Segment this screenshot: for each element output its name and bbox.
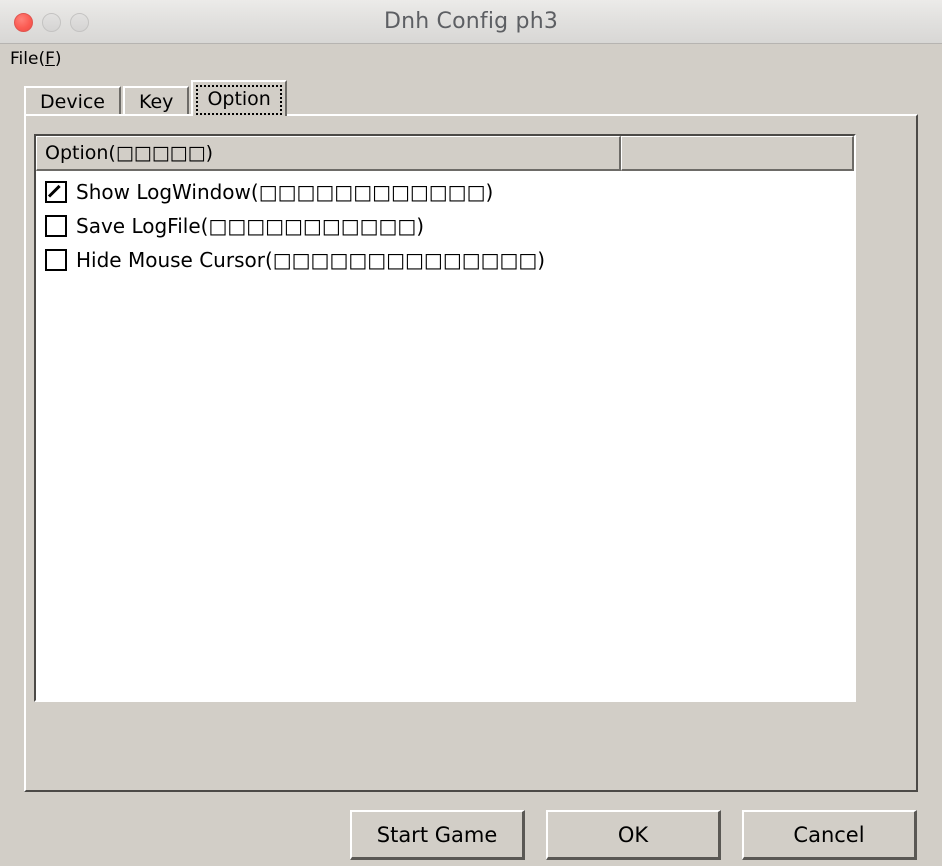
cancel-button[interactable]: Cancel	[742, 810, 917, 860]
close-button[interactable]	[14, 12, 33, 32]
title-bar: Dnh Config ph3	[0, 0, 942, 44]
dialog-button-bar: Start Game OK Cancel	[0, 810, 942, 866]
column-header-blank[interactable]	[621, 136, 854, 171]
ok-button[interactable]: OK	[546, 810, 721, 860]
dialog-client-area: File(F) Device Key Option Option(□□□□□)	[0, 44, 942, 866]
tab-strip: Device Key Option	[24, 80, 289, 116]
tab-key[interactable]: Key	[122, 86, 190, 116]
tab-key-label: Key	[138, 91, 174, 113]
menu-file-label-after: )	[54, 48, 62, 69]
list-header-row: Option(□□□□□)	[36, 136, 854, 171]
maximize-button[interactable]	[70, 12, 89, 32]
list-item-label: Show LogWindow(□□□□□□□□□□□□)	[76, 180, 494, 204]
checkbox-hide-mouse-cursor[interactable]	[45, 249, 67, 271]
menu-bar: File(F)	[0, 44, 942, 74]
list-item-label: Save LogFile(□□□□□□□□□□□)	[76, 214, 425, 238]
list-item[interactable]: Save LogFile(□□□□□□□□□□□)	[36, 209, 854, 243]
tab-option-label: Option	[207, 88, 271, 110]
list-body: Show LogWindow(□□□□□□□□□□□□) Save LogFil…	[36, 171, 854, 277]
menu-file-mnemonic: F	[45, 48, 55, 69]
list-item[interactable]: Show LogWindow(□□□□□□□□□□□□)	[36, 175, 854, 209]
menu-item-file[interactable]: File(F)	[0, 49, 68, 70]
option-list-view[interactable]: Option(□□□□□) Show LogWindow(□□□□□□□□□□□…	[34, 134, 856, 702]
tab-device[interactable]: Device	[24, 86, 121, 116]
list-item-label: Hide Mouse Cursor(□□□□□□□□□□□□□□)	[76, 248, 546, 272]
list-item[interactable]: Hide Mouse Cursor(□□□□□□□□□□□□□□)	[36, 243, 854, 277]
app-window: Dnh Config ph3 File(F) Device Key Option	[0, 0, 942, 866]
minimize-button[interactable]	[42, 12, 61, 32]
menu-file-label-before: File(	[10, 48, 46, 69]
window-controls	[14, 0, 89, 44]
checkbox-save-logfile[interactable]	[45, 215, 67, 237]
tab-device-label: Device	[40, 91, 105, 113]
tab-option[interactable]: Option	[191, 80, 287, 116]
checkbox-show-logwindow[interactable]	[45, 181, 67, 203]
window-title: Dnh Config ph3	[383, 9, 559, 34]
column-header-option[interactable]: Option(□□□□□)	[36, 136, 621, 171]
start-game-button[interactable]: Start Game	[350, 810, 525, 860]
